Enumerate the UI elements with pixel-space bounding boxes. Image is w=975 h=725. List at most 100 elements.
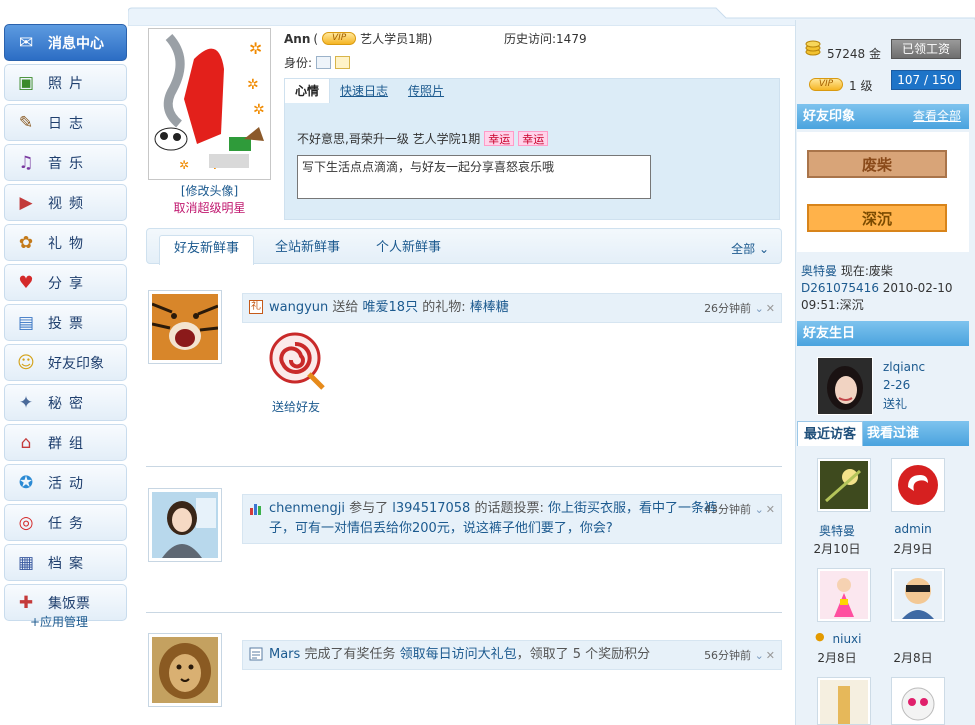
nav-item-message-center[interactable]: ✉ 消息中心 [4, 24, 127, 61]
friend-impression-title: 好友印象 [803, 109, 856, 124]
nav-item-task[interactable]: ◎ 任务 [4, 504, 127, 541]
status-text: 不好意思,哥荣升一级 艺人学院1期 [297, 132, 481, 146]
nav-item-gift[interactable]: ✿ 礼物 [4, 224, 127, 261]
feed-user-link[interactable]: Mars [269, 647, 300, 662]
feed-verb: 参与了 [345, 501, 393, 516]
cancel-superstar-link[interactable]: 取消超级明星 [148, 199, 271, 216]
impression-tag[interactable]: 深沉 [807, 204, 947, 232]
nav-label: 消息中心 [48, 35, 104, 52]
visitor-avatar[interactable] [817, 677, 871, 725]
lucky-badge: 幸运 [484, 131, 515, 146]
visitor-name[interactable]: admin [875, 522, 951, 536]
nav-label: 礼物 [48, 235, 90, 252]
tab-friends-news[interactable]: 好友新鲜事 [159, 235, 255, 265]
feed-filter-dropdown[interactable]: 全部 ⌄ [731, 240, 769, 257]
blog-icon: ✎ [18, 112, 34, 133]
visitor-avatar[interactable] [891, 677, 945, 725]
lollipop-icon [269, 332, 325, 390]
feed-user-link[interactable]: chenmengji [269, 501, 345, 516]
tab-recent-visitors[interactable]: 最近访客 [797, 421, 863, 446]
edit-avatar-link[interactable]: [修改头像] [148, 182, 271, 199]
send-to-friend-link[interactable]: 送给好友 [260, 398, 332, 415]
feed-object-link[interactable]: 棒棒糖 [470, 300, 509, 315]
expand-icon[interactable]: ⌄ [755, 503, 764, 516]
birthday-avatar[interactable] [817, 357, 873, 415]
tab-mood[interactable]: 心情 [285, 79, 331, 103]
feed-target-link[interactable]: l394517058 [392, 501, 470, 516]
feed-time-text: 56分钟前 [704, 649, 752, 662]
feed-divider [146, 612, 782, 613]
view-all-link[interactable]: 查看全部 [913, 104, 961, 129]
nav-label: 日志 [48, 115, 90, 132]
visitor-date: 2月9日 [893, 542, 933, 556]
status-input[interactable]: 写下生活点点滴滴，与好友一起分享喜怒哀乐哦 [297, 155, 651, 199]
vip-badge[interactable]: VIP [322, 32, 357, 45]
feed-time-text: 26分钟前 [704, 302, 752, 315]
nav-item-vote[interactable]: ▤ 投票 [4, 304, 127, 341]
visitor-name[interactable]: niuxi [809, 632, 885, 646]
girl-image [152, 492, 218, 558]
identity-row: 身份: [284, 54, 351, 71]
lollipop-gift-image[interactable] [265, 330, 327, 392]
nav-item-blog[interactable]: ✎ 日志 [4, 104, 127, 141]
nav-item-friend-impression[interactable]: ☺ 好友印象 [4, 344, 127, 381]
nav-item-group[interactable]: ⌂ 群组 [4, 424, 127, 461]
birthday-name[interactable]: zlqianc [883, 360, 925, 374]
feed-target-link[interactable]: 唯爱18只 [363, 300, 419, 315]
nav-item-photo[interactable]: ▣ 照片 [4, 64, 127, 101]
friend-impression-icon: ☺ [17, 352, 35, 373]
identity-card-icon[interactable] [316, 56, 332, 69]
close-icon[interactable]: ✕ [766, 302, 775, 315]
send-gift-link[interactable]: 送礼 [883, 395, 907, 412]
visitor-avatar[interactable] [891, 568, 945, 622]
profile-avatar[interactable]: ✲ ✲ ✲ ✲ ✲ [148, 28, 271, 180]
tab-quick-blog[interactable]: 快速日志 [330, 79, 398, 103]
message-center-icon: ✉ [18, 32, 34, 53]
visitor-avatar[interactable] [817, 568, 871, 622]
mail-icon[interactable] [335, 56, 351, 69]
nav-item-music[interactable]: ♫ 音乐 [4, 144, 127, 181]
visitor-date: 2月10日 [813, 542, 861, 556]
nav-label: 活动 [48, 475, 90, 492]
feed-avatar-lion[interactable] [148, 633, 222, 707]
close-icon[interactable]: ✕ [766, 503, 775, 516]
feed-item-3: Mars 完成了有奖任务 领取每日访问大礼包，领取了 5 个奖励积分 56分钟前… [242, 640, 782, 670]
lion-image [152, 637, 218, 703]
gold-coin-icon [805, 40, 821, 56]
expand-icon[interactable]: ⌄ [755, 302, 764, 315]
nav-item-secret[interactable]: ✦ 秘密 [4, 384, 127, 421]
user-name[interactable]: Ann [284, 32, 310, 46]
feed-user-link[interactable]: wangyun [269, 300, 328, 315]
feed-mid: ，领取了 5 个奖励积分 [516, 647, 651, 662]
tab-personal-news[interactable]: 个人新鲜事 [376, 235, 441, 265]
visitor-avatar[interactable] [891, 458, 945, 512]
feed-item-2: chenmengji 参与了 l394517058 的话题投票: 你上街买衣服，… [242, 494, 782, 544]
impression-tag[interactable]: 废柴 [807, 150, 947, 178]
feed-avatar-tiger[interactable] [148, 290, 222, 364]
tab-visited[interactable]: 我看过谁 [863, 421, 969, 446]
nav-label: 好友印象 [48, 355, 104, 372]
nav-label: 集饭票 [48, 595, 90, 612]
expand-icon[interactable]: ⌄ [755, 649, 764, 662]
nav-item-share[interactable]: ♥ 分享 [4, 264, 127, 301]
visitor-name[interactable]: 奥特曼 [799, 522, 875, 539]
salary-button[interactable]: 已领工资 [891, 39, 961, 59]
svg-text:✲: ✲ [179, 158, 189, 172]
nav-item-video[interactable]: ▶ 视频 [4, 184, 127, 221]
app-manage-link[interactable]: +应用管理 [30, 613, 88, 630]
impression-user-link[interactable]: 奥特曼 [801, 264, 837, 278]
visitor-avatar[interactable] [817, 458, 871, 512]
impression-user-link[interactable]: D261075416 [801, 281, 879, 295]
visitors-tabs: 最近访客 我看过谁 [797, 421, 969, 446]
visitor-photo [894, 571, 942, 619]
close-icon[interactable]: ✕ [766, 649, 775, 662]
tab-site-news[interactable]: 全站新鲜事 [275, 235, 340, 265]
feed-avatar-girl[interactable] [148, 488, 222, 562]
tab-upload-photo[interactable]: 传照片 [398, 79, 454, 103]
gold-amount: 57248 金 [827, 47, 881, 61]
visitor-photo [894, 680, 942, 724]
feed-time: 43分钟前 ⌄ ✕ [704, 500, 775, 520]
feed-target-link[interactable]: 领取每日访问大礼包 [400, 647, 517, 662]
nav-item-event[interactable]: ✪ 活动 [4, 464, 127, 501]
nav-item-archive[interactable]: ▦ 档案 [4, 544, 127, 581]
